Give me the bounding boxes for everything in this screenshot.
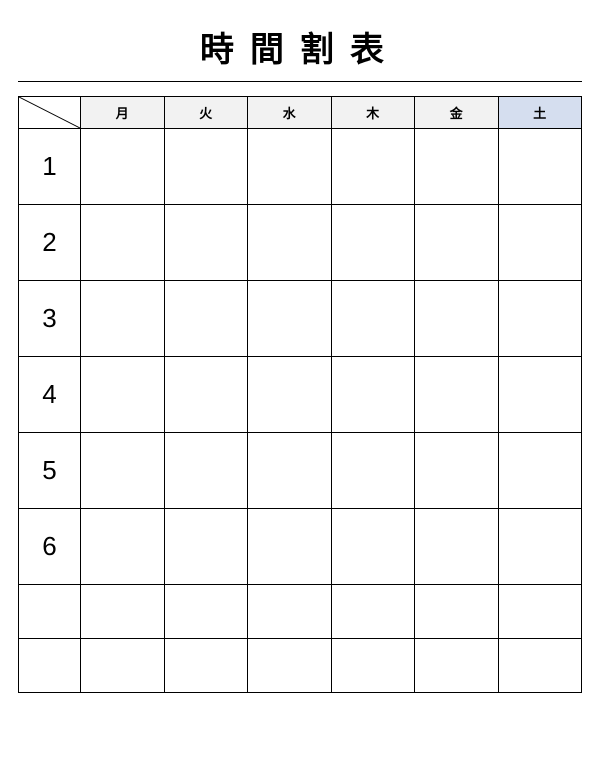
cell <box>248 129 332 205</box>
cell <box>164 357 248 433</box>
diagonal-icon <box>19 97 80 128</box>
header-corner <box>19 97 81 129</box>
cell <box>415 357 499 433</box>
cell <box>331 357 415 433</box>
cell <box>331 639 415 693</box>
cell <box>81 509 165 585</box>
cell <box>81 205 165 281</box>
cell <box>164 433 248 509</box>
cell <box>415 129 499 205</box>
cell <box>248 433 332 509</box>
period-row: 3 <box>19 281 582 357</box>
cell <box>498 129 582 205</box>
cell <box>164 585 248 639</box>
cell <box>164 281 248 357</box>
period-label-1: 1 <box>19 129 81 205</box>
cell <box>164 205 248 281</box>
day-header-sat: 土 <box>498 97 582 129</box>
cell <box>498 205 582 281</box>
period-row: 4 <box>19 357 582 433</box>
extra-label-2 <box>19 639 81 693</box>
title-underline <box>18 81 582 82</box>
cell <box>498 585 582 639</box>
day-header-wed: 水 <box>248 97 332 129</box>
period-label-5: 5 <box>19 433 81 509</box>
cell <box>498 639 582 693</box>
cell <box>81 585 165 639</box>
cell <box>81 433 165 509</box>
cell <box>415 509 499 585</box>
cell <box>164 129 248 205</box>
cell <box>415 639 499 693</box>
day-header-mon: 月 <box>81 97 165 129</box>
cell <box>248 281 332 357</box>
extra-label-1 <box>19 585 81 639</box>
cell <box>81 129 165 205</box>
period-row: 6 <box>19 509 582 585</box>
cell <box>248 205 332 281</box>
cell <box>331 509 415 585</box>
timetable: 月 火 水 木 金 土 1 2 3 4 5 <box>18 96 582 693</box>
cell <box>415 433 499 509</box>
cell <box>248 357 332 433</box>
period-row: 5 <box>19 433 582 509</box>
cell <box>331 129 415 205</box>
period-label-6: 6 <box>19 509 81 585</box>
cell <box>331 205 415 281</box>
cell <box>164 509 248 585</box>
day-header-thu: 木 <box>331 97 415 129</box>
period-row: 1 <box>19 129 582 205</box>
cell <box>415 281 499 357</box>
cell <box>498 433 582 509</box>
period-label-4: 4 <box>19 357 81 433</box>
cell <box>498 509 582 585</box>
day-header-fri: 金 <box>415 97 499 129</box>
cell <box>331 433 415 509</box>
period-label-2: 2 <box>19 205 81 281</box>
page-title: 時間割表 <box>18 22 582 71</box>
cell <box>415 205 499 281</box>
day-header-tue: 火 <box>164 97 248 129</box>
cell <box>81 281 165 357</box>
cell <box>248 639 332 693</box>
period-row: 2 <box>19 205 582 281</box>
header-row: 月 火 水 木 金 土 <box>19 97 582 129</box>
cell <box>164 639 248 693</box>
cell <box>81 357 165 433</box>
extra-row <box>19 639 582 693</box>
cell <box>415 585 499 639</box>
cell <box>248 585 332 639</box>
cell <box>331 281 415 357</box>
cell <box>81 639 165 693</box>
cell <box>248 509 332 585</box>
cell <box>498 281 582 357</box>
period-label-3: 3 <box>19 281 81 357</box>
cell <box>331 585 415 639</box>
cell <box>498 357 582 433</box>
extra-row <box>19 585 582 639</box>
